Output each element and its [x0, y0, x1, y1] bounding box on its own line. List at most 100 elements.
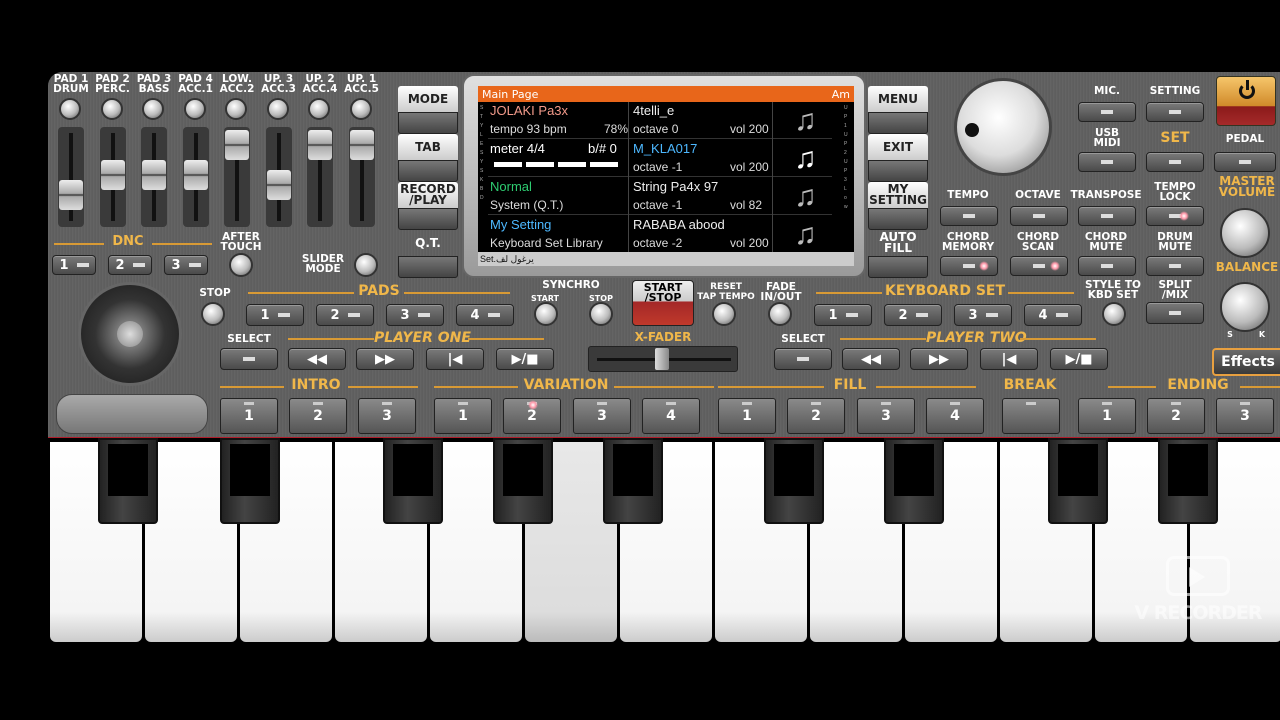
usb-midi-button[interactable] — [1078, 152, 1136, 172]
variation-button-1[interactable]: 1 — [434, 398, 492, 434]
synchro-stop-knob[interactable] — [589, 302, 613, 326]
xfader-track[interactable] — [588, 346, 738, 372]
pad-button-2[interactable]: 2 — [316, 304, 374, 326]
intro-button-2[interactable]: 2 — [289, 398, 347, 434]
player-two-play-button[interactable]: ▶/■ — [1050, 348, 1108, 370]
black-key[interactable] — [603, 438, 663, 524]
synchro-start-knob[interactable] — [534, 302, 558, 326]
dnc-button-1[interactable]: 1 — [52, 255, 96, 275]
pad-button-3[interactable]: 3 — [386, 304, 444, 326]
player-two-forward-button[interactable]: ▶▶ — [910, 348, 968, 370]
qt-button[interactable]: Q.T. — [398, 230, 458, 278]
exit-button[interactable]: EXIT — [868, 134, 928, 182]
effects-button[interactable]: Effects — [1212, 348, 1280, 376]
chord-mute-button[interactable] — [1078, 256, 1136, 276]
black-key[interactable] — [764, 438, 824, 524]
tempo-lock-button[interactable] — [1146, 206, 1204, 226]
set-button[interactable] — [1146, 152, 1204, 172]
intro-button-1[interactable]: 1 — [220, 398, 278, 434]
start-stop-button[interactable]: START /STOP — [632, 280, 694, 326]
slider-handle-4[interactable] — [183, 160, 208, 190]
mic-button[interactable] — [1078, 102, 1136, 122]
slider-mute-knob-7[interactable] — [308, 98, 330, 120]
variation-button-3[interactable]: 3 — [573, 398, 631, 434]
scroll-strip[interactable] — [56, 394, 208, 434]
pad-button-1[interactable]: 1 — [246, 304, 304, 326]
slider-mute-knob-2[interactable] — [100, 98, 123, 120]
player-one-rewind-button[interactable]: ◀◀ — [288, 348, 346, 370]
player-one-forward-button[interactable]: ▶▶ — [356, 348, 414, 370]
variation-button-4[interactable]: 4 — [642, 398, 700, 434]
player-two-prev-button[interactable]: |◀ — [980, 348, 1038, 370]
break-button[interactable] — [1002, 398, 1060, 434]
vip-jog-wheel[interactable] — [78, 282, 182, 386]
record-play-button[interactable]: RECORD /PLAY — [398, 182, 458, 230]
tab-button[interactable]: TAB — [398, 134, 458, 182]
intro-button-3[interactable]: 3 — [358, 398, 416, 434]
keyboard-set-button-4[interactable]: 4 — [1024, 304, 1082, 326]
ending-button-2[interactable]: 2 — [1147, 398, 1205, 434]
black-key[interactable] — [383, 438, 443, 524]
auto-fill-button[interactable]: AUTO FILL — [868, 230, 928, 278]
pad-button-4[interactable]: 4 — [456, 304, 514, 326]
reset-knob[interactable] — [712, 302, 736, 326]
dnc-button-3[interactable]: 3 — [164, 255, 208, 275]
music-note-icon[interactable]: ♫ — [794, 142, 817, 176]
black-key[interactable] — [220, 438, 280, 524]
music-note-icon[interactable]: ♫ — [794, 180, 817, 214]
black-key[interactable] — [884, 438, 944, 524]
slider-mute-knob-3[interactable] — [142, 98, 164, 120]
power-button[interactable] — [1216, 76, 1276, 126]
octave-button[interactable] — [1010, 206, 1068, 226]
piano-keyboard[interactable] — [48, 438, 1280, 648]
balance-knob[interactable] — [1220, 282, 1270, 332]
black-key[interactable] — [1158, 438, 1218, 524]
drum-mute-button[interactable] — [1146, 256, 1204, 276]
setting-button[interactable] — [1146, 102, 1204, 122]
style-to-kbd-knob[interactable] — [1102, 302, 1126, 326]
keyboard-set-button-2[interactable]: 2 — [884, 304, 942, 326]
black-key[interactable] — [1048, 438, 1108, 524]
slider-handle-6[interactable] — [266, 170, 291, 200]
fade-knob[interactable] — [768, 302, 792, 326]
slider-mute-knob-1[interactable] — [59, 98, 81, 120]
ending-button-3[interactable]: 3 — [1216, 398, 1274, 434]
slider-mode-knob[interactable] — [354, 253, 378, 277]
fill-button-1[interactable]: 1 — [718, 398, 776, 434]
music-note-icon[interactable]: ♫ — [794, 104, 817, 138]
pads-stop-knob[interactable] — [201, 302, 225, 326]
ending-button-1[interactable]: 1 — [1078, 398, 1136, 434]
music-note-icon[interactable]: ♫ — [794, 218, 817, 252]
player-one-select-button[interactable] — [220, 348, 278, 370]
slider-mute-knob-8[interactable] — [349, 98, 372, 120]
split-mix-button[interactable] — [1146, 302, 1204, 324]
black-key[interactable] — [98, 438, 158, 524]
after-touch-knob[interactable] — [229, 253, 253, 277]
dnc-button-2[interactable]: 2 — [108, 255, 152, 275]
tempo-button[interactable] — [940, 206, 998, 226]
fill-button-4[interactable]: 4 — [926, 398, 984, 434]
mode-button[interactable]: MODE — [398, 86, 458, 134]
master-volume-knob[interactable] — [1220, 208, 1270, 258]
transpose-button[interactable] — [1078, 206, 1136, 226]
menu-button[interactable]: MENU — [868, 86, 928, 134]
my-setting-button[interactable]: MY SETTING — [868, 182, 928, 230]
keyboard-set-button-1[interactable]: 1 — [814, 304, 872, 326]
slider-mute-knob-6[interactable] — [266, 98, 289, 120]
player-one-prev-button[interactable]: |◀ — [426, 348, 484, 370]
fill-button-3[interactable]: 3 — [857, 398, 915, 434]
slider-mute-knob-5[interactable] — [225, 98, 247, 120]
data-dial[interactable] — [954, 78, 1052, 176]
chord-memory-button[interactable] — [940, 256, 998, 276]
xfader-handle[interactable] — [655, 348, 669, 370]
keyboard-set-button-3[interactable]: 3 — [954, 304, 1012, 326]
slider-handle-2[interactable] — [100, 160, 125, 190]
slider-mute-knob-4[interactable] — [183, 98, 206, 120]
player-two-rewind-button[interactable]: ◀◀ — [842, 348, 900, 370]
slider-handle-5[interactable] — [225, 130, 249, 160]
black-key[interactable] — [493, 438, 553, 524]
pedal-button[interactable] — [1214, 152, 1276, 172]
slider-handle-3[interactable] — [142, 160, 166, 190]
slider-handle-1[interactable] — [59, 180, 83, 210]
fill-button-2[interactable]: 2 — [787, 398, 845, 434]
